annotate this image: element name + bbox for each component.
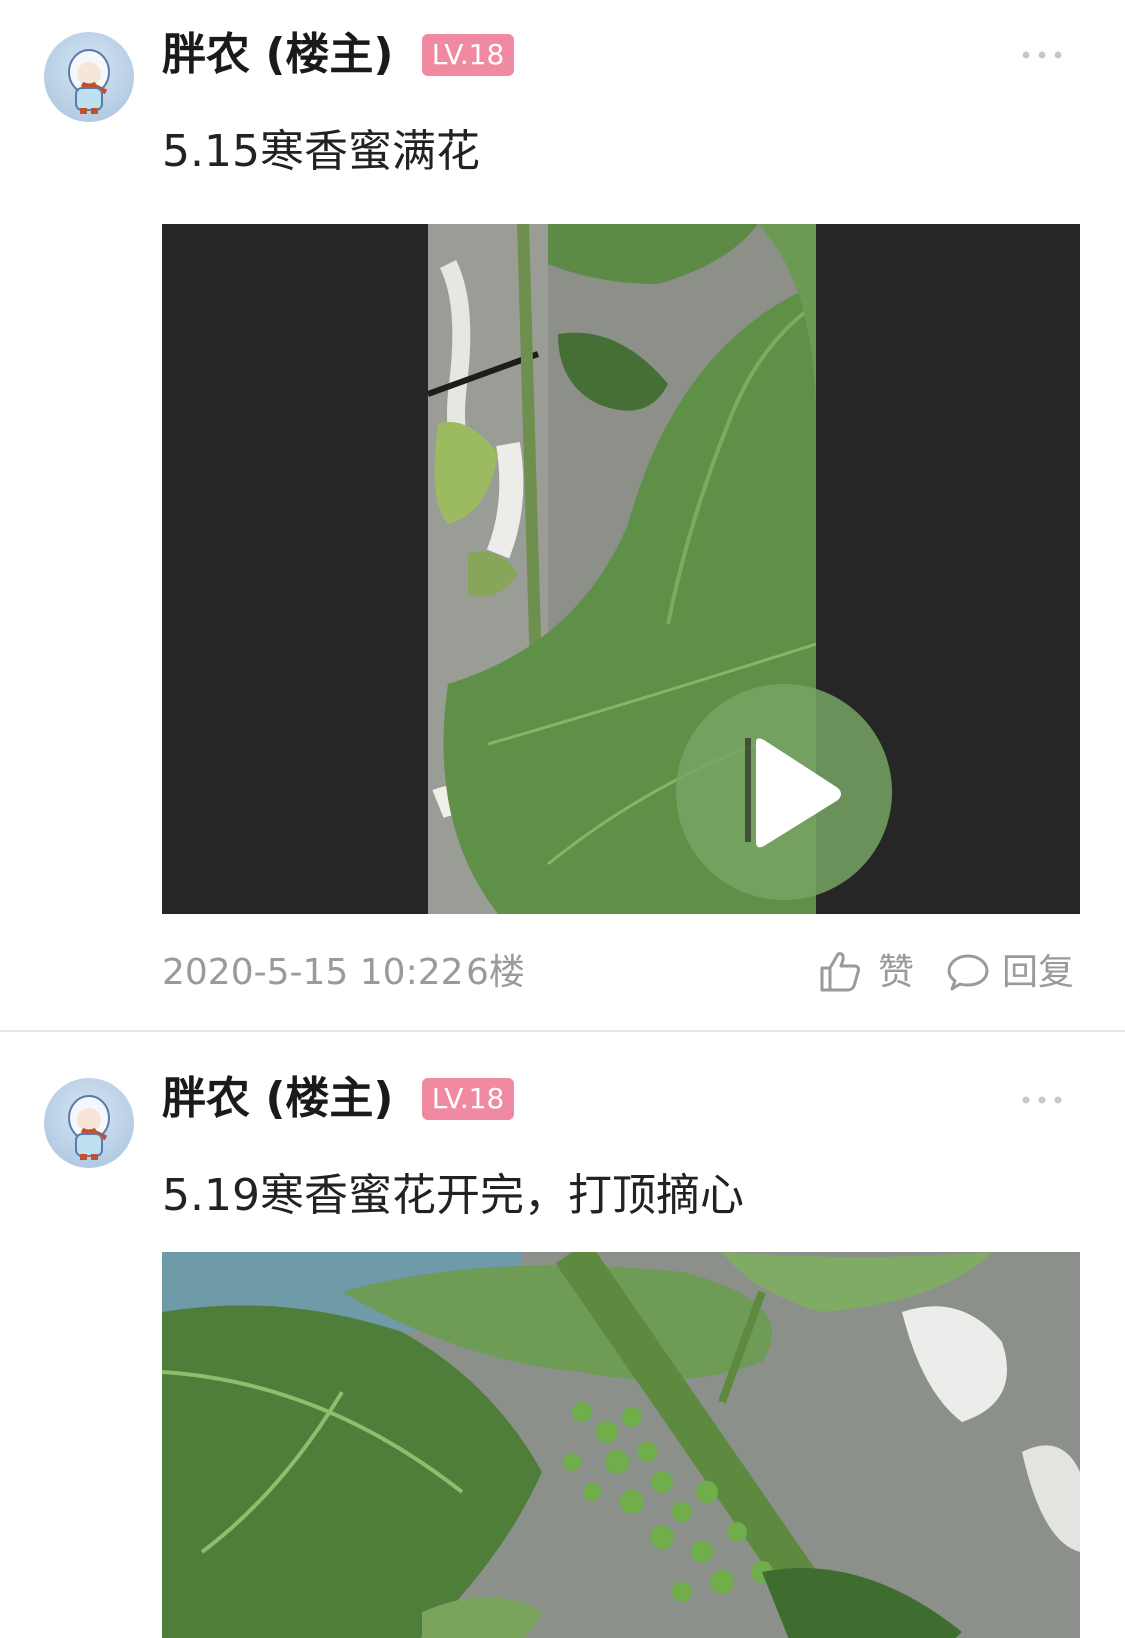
post-content: 5.15寒香蜜满花 [162,126,480,177]
post-image[interactable] [162,1252,1080,1638]
post-item: 胖农 (楼主) LV.18 5.15寒香蜜满花 2020-5-15 10:22 … [0,0,1125,1030]
avatar[interactable] [44,32,134,122]
more-icon[interactable] [1020,45,1064,65]
video-player[interactable] [162,224,1080,914]
level-badge: LV.18 [422,1078,514,1120]
comment-bubble-icon [947,954,989,991]
post-timestamp: 2020-5-15 10:22 [162,952,464,993]
like-button[interactable]: 赞 [818,948,922,998]
post-item: 胖农 (楼主) LV.18 5.19寒香蜜花开完，打顶摘心 [0,1032,1125,1638]
author-name[interactable]: 胖农 (楼主) [162,1072,394,1126]
more-icon[interactable] [1020,1090,1064,1110]
play-button[interactable] [676,684,892,900]
like-label: 赞 [878,952,915,993]
avatar-illustration [68,1095,110,1160]
post-feed: 胖农 (楼主) LV.18 5.15寒香蜜满花 2020-5-15 10:22 … [0,0,1125,1638]
post-meta: 2020-5-15 10:22 6楼 赞 回复 [162,948,1080,998]
avatar-illustration [68,49,110,114]
thumbs-up-icon [820,952,861,992]
reply-button[interactable]: 回复 [946,948,1080,998]
author-name[interactable]: 胖农 (楼主) [162,28,394,82]
avatar[interactable] [44,1078,134,1168]
play-icon [745,738,841,848]
reply-label: 回复 [1002,952,1075,993]
floor-number: 6楼 [466,952,525,993]
level-badge: LV.18 [422,34,514,76]
post-content: 5.19寒香蜜花开完，打顶摘心 [162,1170,744,1221]
